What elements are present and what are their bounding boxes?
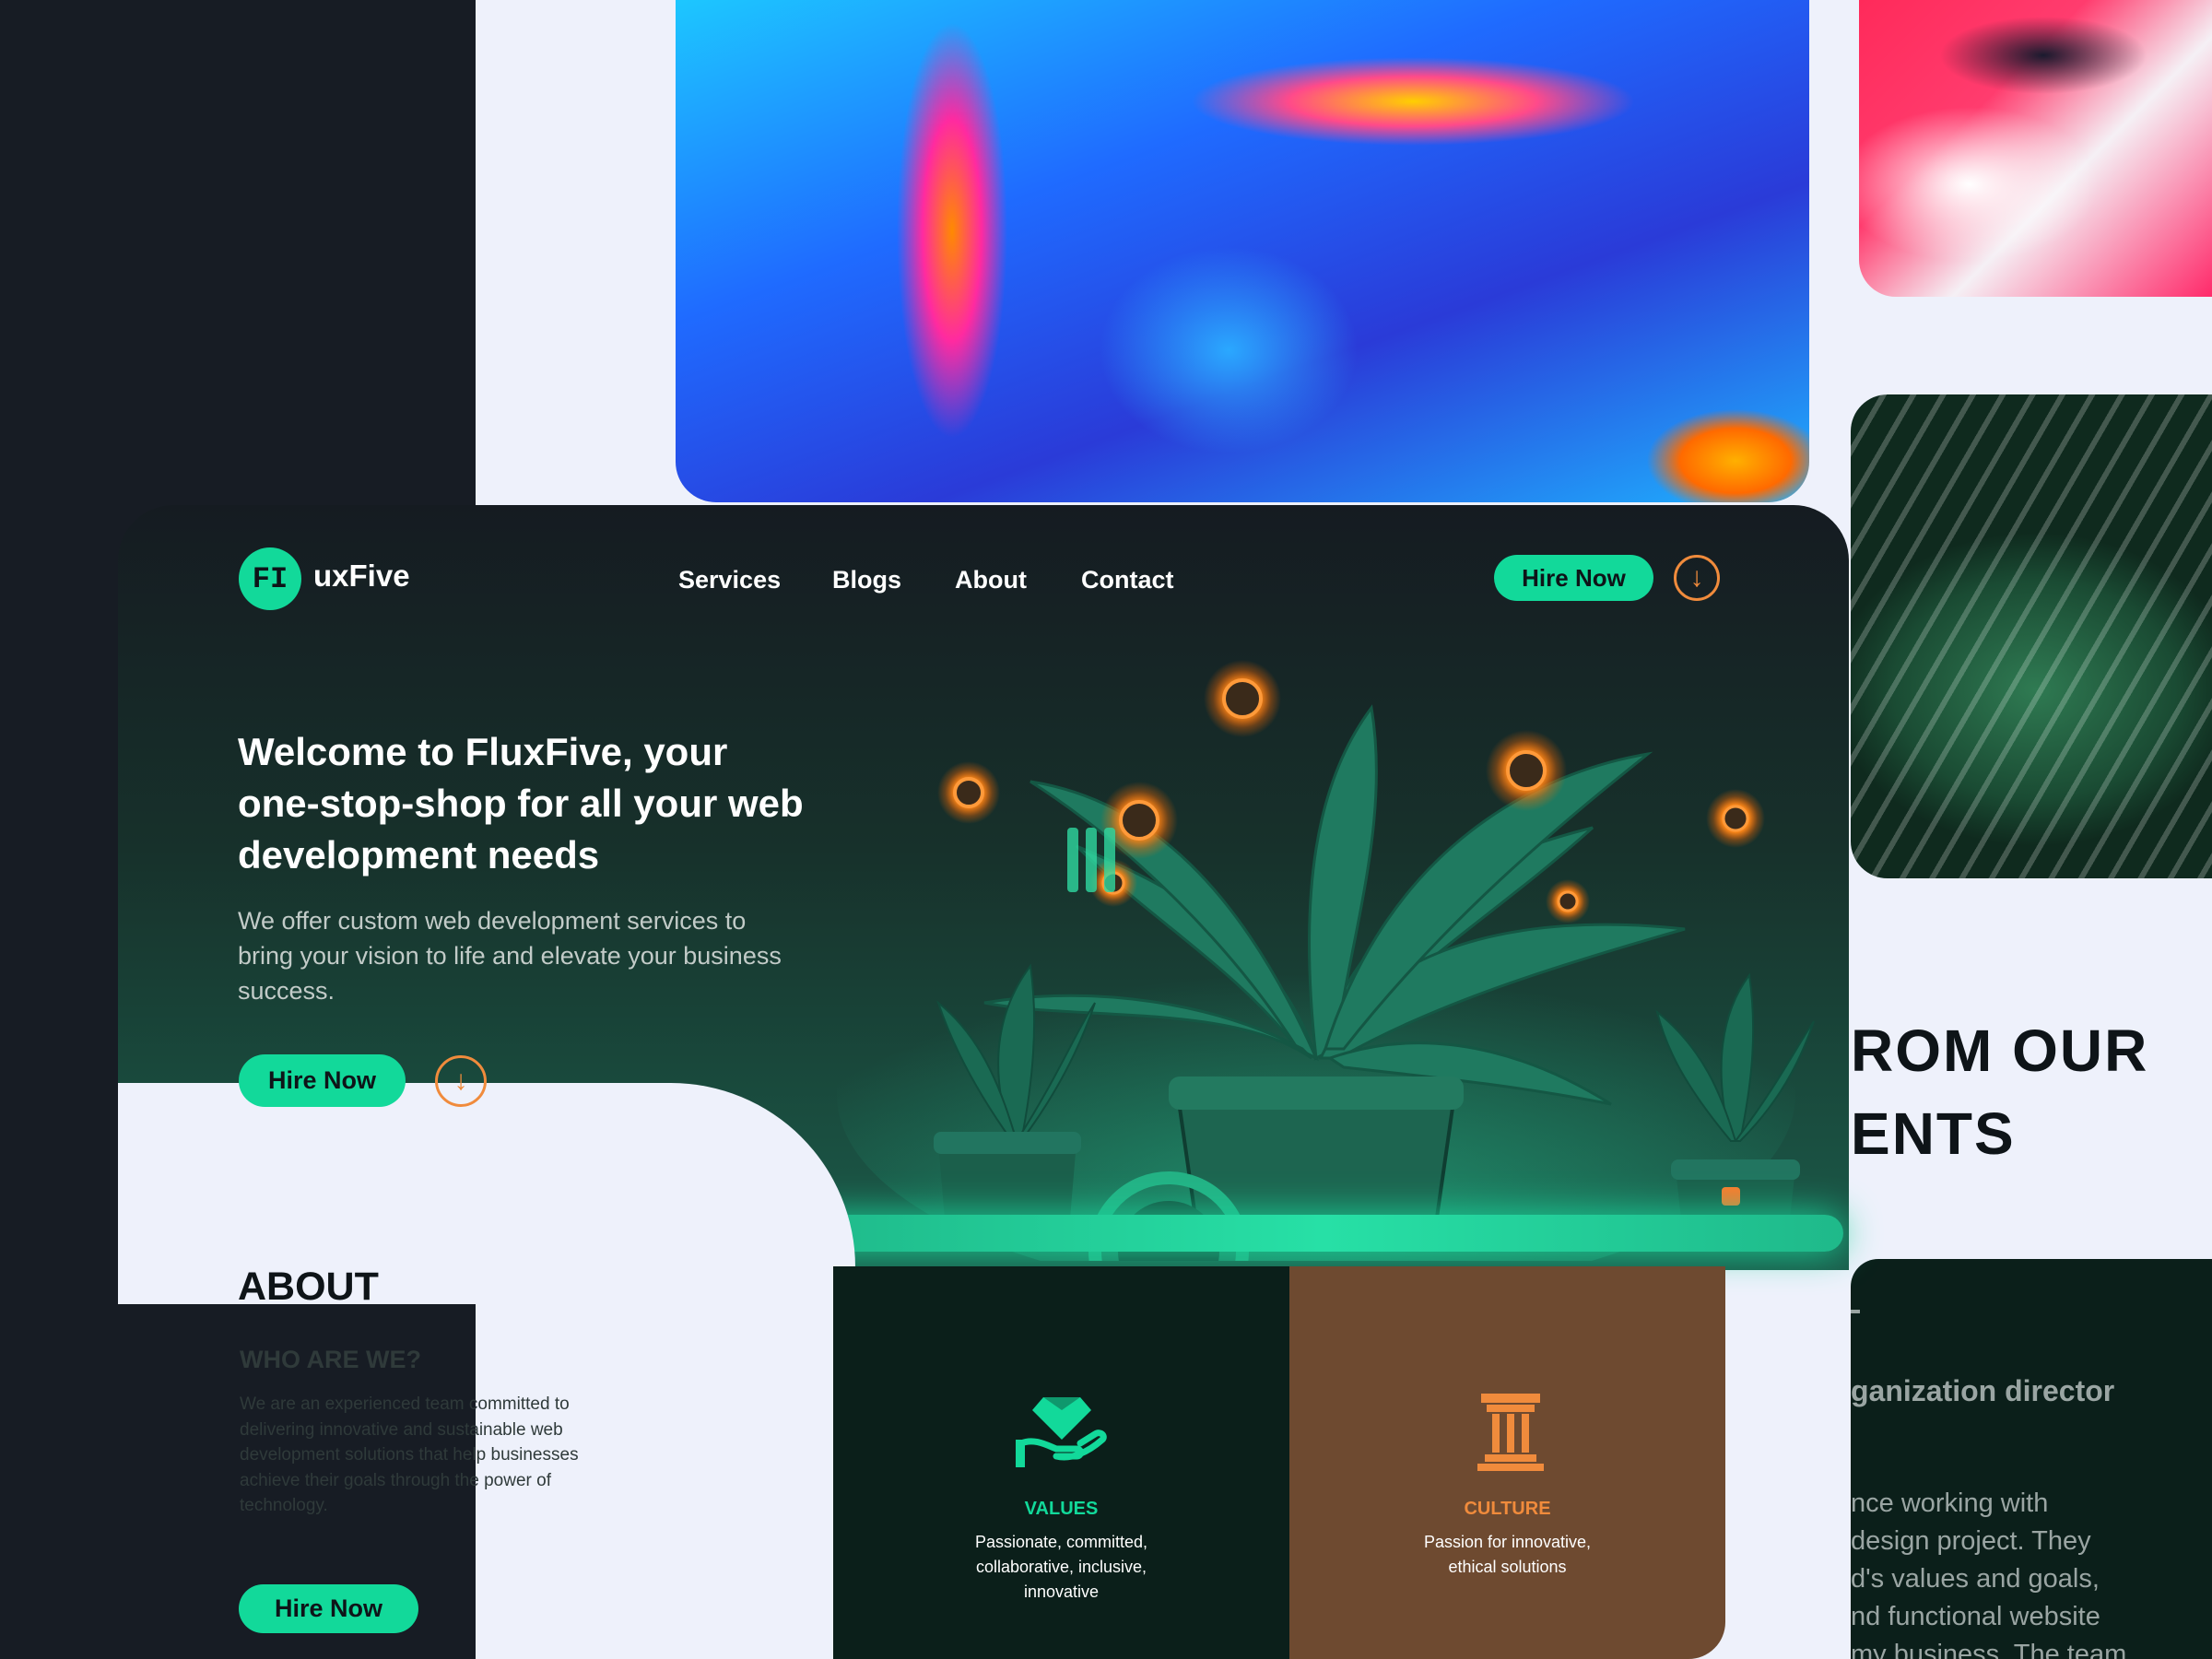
plant-illustration [837,660,1815,1261]
nav-blogs[interactable]: Blogs [832,566,901,594]
hero-hire-now-button[interactable]: Hire Now [239,1054,406,1107]
hero-title: Welcome to FluxFive, your one-stop-shop … [238,730,804,877]
nav-contact[interactable]: Contact [1081,566,1174,594]
testimonial-body: nce working with design project. They d'… [1851,1488,2127,1659]
culture-body: Passion for innovative, ethical solution… [1423,1533,1592,1576]
about-subtitle: WHO ARE WE? [240,1346,421,1373]
logo-mark[interactable]: FI [239,547,301,610]
nav-services[interactable]: Services [678,566,781,594]
testimonial-role: ganization director [1851,1374,2115,1407]
glowing-shelf [802,1215,1843,1252]
arrow-down-circle-icon[interactable]: ↓ [435,1055,487,1107]
testimonial-dash [1851,1310,1860,1313]
pink-marble-image [1859,0,2212,297]
hero-bottom-curve [118,1083,855,1304]
hero-subtitle: We offer custom web development services… [238,907,782,1005]
about-title: ABOUT [238,1265,379,1309]
about-hire-now-button[interactable]: Hire Now [239,1584,418,1633]
about-body: We are an experienced team committed to … [240,1394,579,1515]
nav-hire-now-button[interactable]: Hire Now [1494,555,1653,601]
nav-about[interactable]: About [955,566,1027,594]
fluid-art-image [676,0,1809,502]
testimonial-card: ganization director nce working with des… [1851,1259,2212,1659]
values-card: VALUES Passionate, committed, collaborat… [833,1266,1289,1659]
diamond-hand-icon [1016,1397,1107,1467]
values-title: VALUES [1024,1499,1099,1519]
logo-text[interactable]: uxFive [313,559,410,594]
testimonials-heading: ROM OUR ENTS [1851,1018,2149,1167]
values-body: Passionate, committed, collaborative, in… [974,1533,1148,1601]
culture-title: CULTURE [1464,1499,1551,1519]
culture-card: CULTURE Passion for innovative, ethical … [1289,1266,1725,1659]
leaf-photo-image [1851,394,2212,878]
pillar-icon [1477,1394,1544,1471]
arrow-down-circle-icon[interactable]: ↓ [1674,555,1720,601]
